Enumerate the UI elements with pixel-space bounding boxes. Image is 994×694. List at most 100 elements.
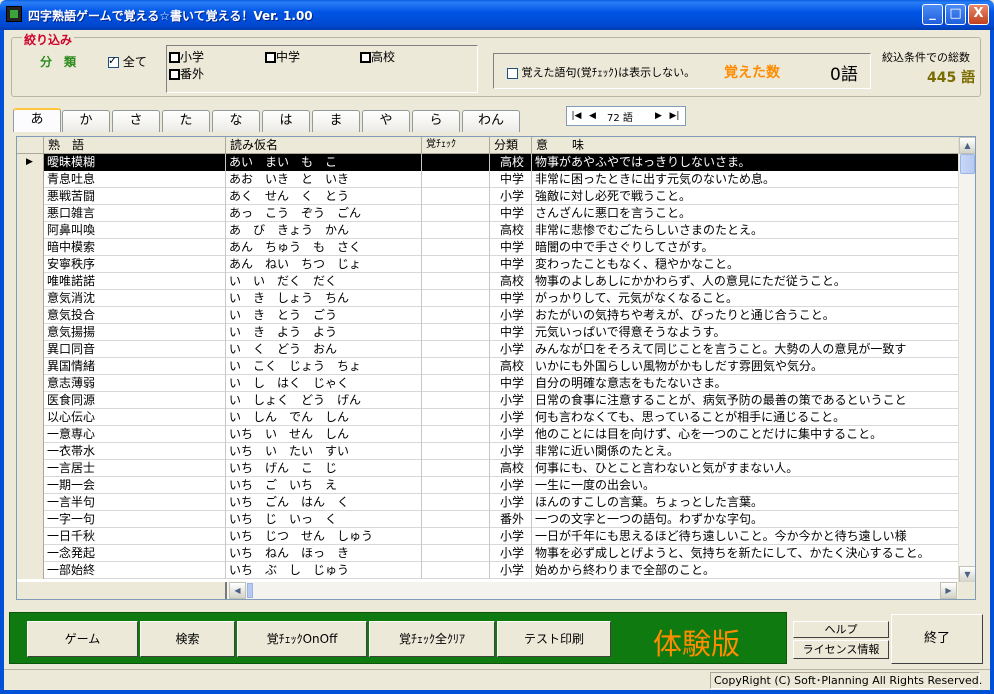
cell-word[interactable]: 一期一会	[44, 477, 226, 494]
cell-word[interactable]: 意気投合	[44, 307, 226, 324]
column-header-meaning[interactable]: 意 味	[532, 137, 959, 154]
cell-word[interactable]: 青息吐息	[44, 171, 226, 188]
prev-record-button[interactable]: ◀	[585, 108, 600, 124]
cell-category[interactable]: 中学	[490, 205, 532, 222]
cell-meaning[interactable]: 非常に近い関係のたとえ。	[532, 443, 959, 460]
cell-check[interactable]	[422, 324, 490, 341]
row-selector[interactable]	[17, 545, 44, 562]
cell-reading[interactable]: い こく じょう ちょ	[226, 358, 422, 375]
cell-check[interactable]	[422, 392, 490, 409]
grade-checkbox-junior[interactable]: 中学	[265, 48, 300, 65]
cell-meaning[interactable]: さんざんに悪口を言うこと。	[532, 205, 959, 222]
cell-word[interactable]: 暗中模索	[44, 239, 226, 256]
cell-meaning[interactable]: いかにも外国らしい風物がかもしだす雰囲気や気分。	[532, 358, 959, 375]
tab-ra[interactable]: ら	[412, 110, 460, 132]
row-selector[interactable]	[17, 222, 44, 239]
cell-meaning[interactable]: 物事のよしあしにかかわらず、人の意見にただ従うこと。	[532, 273, 959, 290]
row-selector[interactable]	[17, 341, 44, 358]
cell-meaning[interactable]: ほんのすこしの言葉。ちょっとした言葉。	[532, 494, 959, 511]
table-row[interactable]: 一字一句 いち じ いっ く 番外 一つの文字と一つの語句。わずかな字句。	[17, 511, 959, 528]
row-selector[interactable]	[17, 256, 44, 273]
all-checkbox[interactable]: 全て	[108, 53, 147, 70]
cell-word[interactable]: 悪戦苦闘	[44, 188, 226, 205]
last-record-button[interactable]: ▶|	[667, 108, 682, 124]
cell-reading[interactable]: あっ こう ぞう ごん	[226, 205, 422, 222]
cell-meaning[interactable]: 一日が千年にも思えるほど待ち遠しいこと。今か今かと待ち遠しい様	[532, 528, 959, 545]
cell-check[interactable]	[422, 171, 490, 188]
check-toggle-button[interactable]: 覚ﾁｪｯｸOnOff	[237, 621, 367, 657]
search-button[interactable]: 検索	[140, 621, 235, 657]
game-button[interactable]: ゲーム	[27, 621, 138, 657]
cell-word[interactable]: 意志薄弱	[44, 375, 226, 392]
cell-reading[interactable]: い しん でん しん	[226, 409, 422, 426]
cell-category[interactable]: 小学	[490, 443, 532, 460]
cell-category[interactable]: 小学	[490, 426, 532, 443]
grade-checkbox-box[interactable]	[265, 52, 276, 63]
cell-category[interactable]: 高校	[490, 460, 532, 477]
table-row[interactable]: 意気消沈い き しょう ちん 中学 がっかりして、元気がなくなること。	[17, 290, 959, 307]
cell-meaning[interactable]: 非常に困ったときに出す元気のないため息。	[532, 171, 959, 188]
table-row[interactable]: 意志薄弱い し はく じゃく 中学 自分の明確な意志をもたないさま。	[17, 375, 959, 392]
row-selector[interactable]	[17, 188, 44, 205]
cell-meaning[interactable]: 一生に一度の出会い。	[532, 477, 959, 494]
cell-check[interactable]	[422, 460, 490, 477]
scroll-right-icon[interactable]: ▶	[940, 582, 957, 599]
cell-category[interactable]: 小学	[490, 392, 532, 409]
cell-reading[interactable]: い しょく どう げん	[226, 392, 422, 409]
grade-checkbox-high[interactable]: 高校	[360, 48, 395, 65]
row-selector[interactable]	[17, 273, 44, 290]
row-selector[interactable]	[17, 562, 44, 579]
vertical-scrollbar[interactable]: ▲ ▼	[958, 137, 975, 583]
license-button[interactable]: ライセンス情報	[793, 640, 889, 659]
cell-meaning[interactable]: 始めから終わりまで全部のこと。	[532, 562, 959, 579]
cell-reading[interactable]: あ び きょう かん	[226, 222, 422, 239]
cell-reading[interactable]: いち い たい すい	[226, 443, 422, 460]
cell-category[interactable]: 小学	[490, 477, 532, 494]
next-record-button[interactable]: ▶	[651, 108, 666, 124]
row-selector[interactable]	[17, 528, 44, 545]
cell-check[interactable]	[422, 222, 490, 239]
tab-ta[interactable]: た	[162, 110, 210, 132]
cell-check[interactable]	[422, 409, 490, 426]
cell-reading[interactable]: あん ちゅう も さく	[226, 239, 422, 256]
cell-category[interactable]: 高校	[490, 154, 532, 171]
cell-reading[interactable]: いち い せん しん	[226, 426, 422, 443]
cell-word[interactable]: 一言半句	[44, 494, 226, 511]
cell-check[interactable]	[422, 443, 490, 460]
cell-word[interactable]: 一衣帯水	[44, 443, 226, 460]
all-checkbox-box[interactable]	[108, 54, 119, 68]
cell-category[interactable]: 小学	[490, 188, 532, 205]
cell-meaning[interactable]: 一つの文字と一つの語句。わずかな字句。	[532, 511, 959, 528]
row-selector[interactable]	[17, 205, 44, 222]
cell-check[interactable]	[422, 511, 490, 528]
cell-check[interactable]	[422, 494, 490, 511]
table-row[interactable]: 悪戦苦闘 あく せん く とう 小学 強敵に対し必死で戦うこと。	[17, 188, 959, 205]
title-bar[interactable]: 四字熟語ゲームで覚える☆書いて覚える！Ver. 1.00 _ □ X	[0, 0, 994, 30]
grade-checkbox-box[interactable]	[169, 52, 180, 63]
table-row[interactable]: 一念発起 いち ねん ほっ き 小学 物事を必ず成しとげようと、気持ちを新たにして、か…	[17, 545, 959, 562]
cell-category[interactable]: 小学	[490, 409, 532, 426]
row-selector[interactable]	[17, 460, 44, 477]
cell-word[interactable]: 悪口雑言	[44, 205, 226, 222]
cell-word[interactable]: 安寧秩序	[44, 256, 226, 273]
row-selector[interactable]	[17, 443, 44, 460]
cell-meaning[interactable]: 自分の明確な意志をもたないさま。	[532, 375, 959, 392]
cell-category[interactable]: 小学	[490, 307, 532, 324]
table-row[interactable]: 一期一会 いち ご いち え 小学 一生に一度の出会い。	[17, 477, 959, 494]
scroll-left-icon[interactable]: ◀	[229, 582, 246, 599]
grade-checkbox-elementary[interactable]: 小学	[169, 48, 204, 65]
table-row[interactable]: 医食同源い しょく どう げん 小学 日常の食事に注意することが、病気予防の最善の策…	[17, 392, 959, 409]
cell-category[interactable]: 小学	[490, 562, 532, 579]
cell-category[interactable]: 中学	[490, 171, 532, 188]
table-row[interactable]: 意気揚揚い き よう よう 中学 元気いっぱいで得意そうなようす。	[17, 324, 959, 341]
table-row[interactable]: 一部始終 いち ぶ し じゅう 小学 始めから終わりまで全部のこと。	[17, 562, 959, 579]
first-record-button[interactable]: |◀	[569, 108, 584, 124]
cell-check[interactable]	[422, 239, 490, 256]
cell-category[interactable]: 小学	[490, 528, 532, 545]
cell-meaning[interactable]: 物事を必ず成しとげようと、気持ちを新たにして、かたく決心すること。	[532, 545, 959, 562]
cell-check[interactable]	[422, 188, 490, 205]
cell-meaning[interactable]: 何事にも、ひとこと言わないと気がすまない人。	[532, 460, 959, 477]
cell-word[interactable]: 一日千秋	[44, 528, 226, 545]
exit-button[interactable]: 終了	[891, 614, 983, 664]
cell-meaning[interactable]: 他のことには目を向けず、心を一つのことだけに集中すること。	[532, 426, 959, 443]
